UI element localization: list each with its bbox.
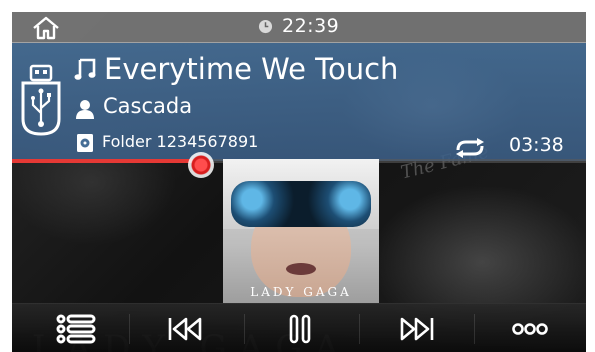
media-player-screen: The Fame LADY GAGA 22:39 [12,12,586,352]
album-art-glasses [231,181,371,227]
control-separator [129,314,130,344]
status-time: 22:39 [282,15,340,37]
pause-icon [289,314,311,343]
skip-forward-icon [400,317,434,340]
track-duration: 03:38 [509,134,564,156]
clock-icon [258,19,273,34]
music-note-icon [74,58,96,80]
pause-button[interactable] [260,304,340,352]
track-title: Everytime We Touch [104,52,399,86]
usb-source-icon[interactable] [19,63,63,137]
list-icon [56,314,96,343]
control-separator [244,314,245,344]
next-track-button[interactable] [376,304,456,352]
home-icon[interactable] [30,16,62,40]
control-separator [474,314,475,344]
track-info-panel: Everytime We Touch Cascada Folder 123456… [12,43,586,161]
progress-fill [12,159,201,163]
album-art: LADY GAGA [223,159,379,303]
track-folder: Folder 1234567891 [102,132,259,151]
skip-back-icon [168,317,202,340]
playlist-button[interactable] [36,304,116,352]
album-label: LADY GAGA [250,285,352,299]
more-options-button[interactable] [490,304,570,352]
track-artist: Cascada [103,94,193,118]
control-separator [359,314,360,344]
progress-knob[interactable] [188,152,214,178]
album-art-lips [286,263,316,275]
folder-icon [77,134,93,152]
repeat-icon[interactable] [451,137,489,159]
playback-controls [12,303,586,352]
artist-icon [76,100,94,119]
previous-track-button[interactable] [146,304,226,352]
more-icon [512,322,548,335]
status-bar: 22:39 [12,12,586,43]
